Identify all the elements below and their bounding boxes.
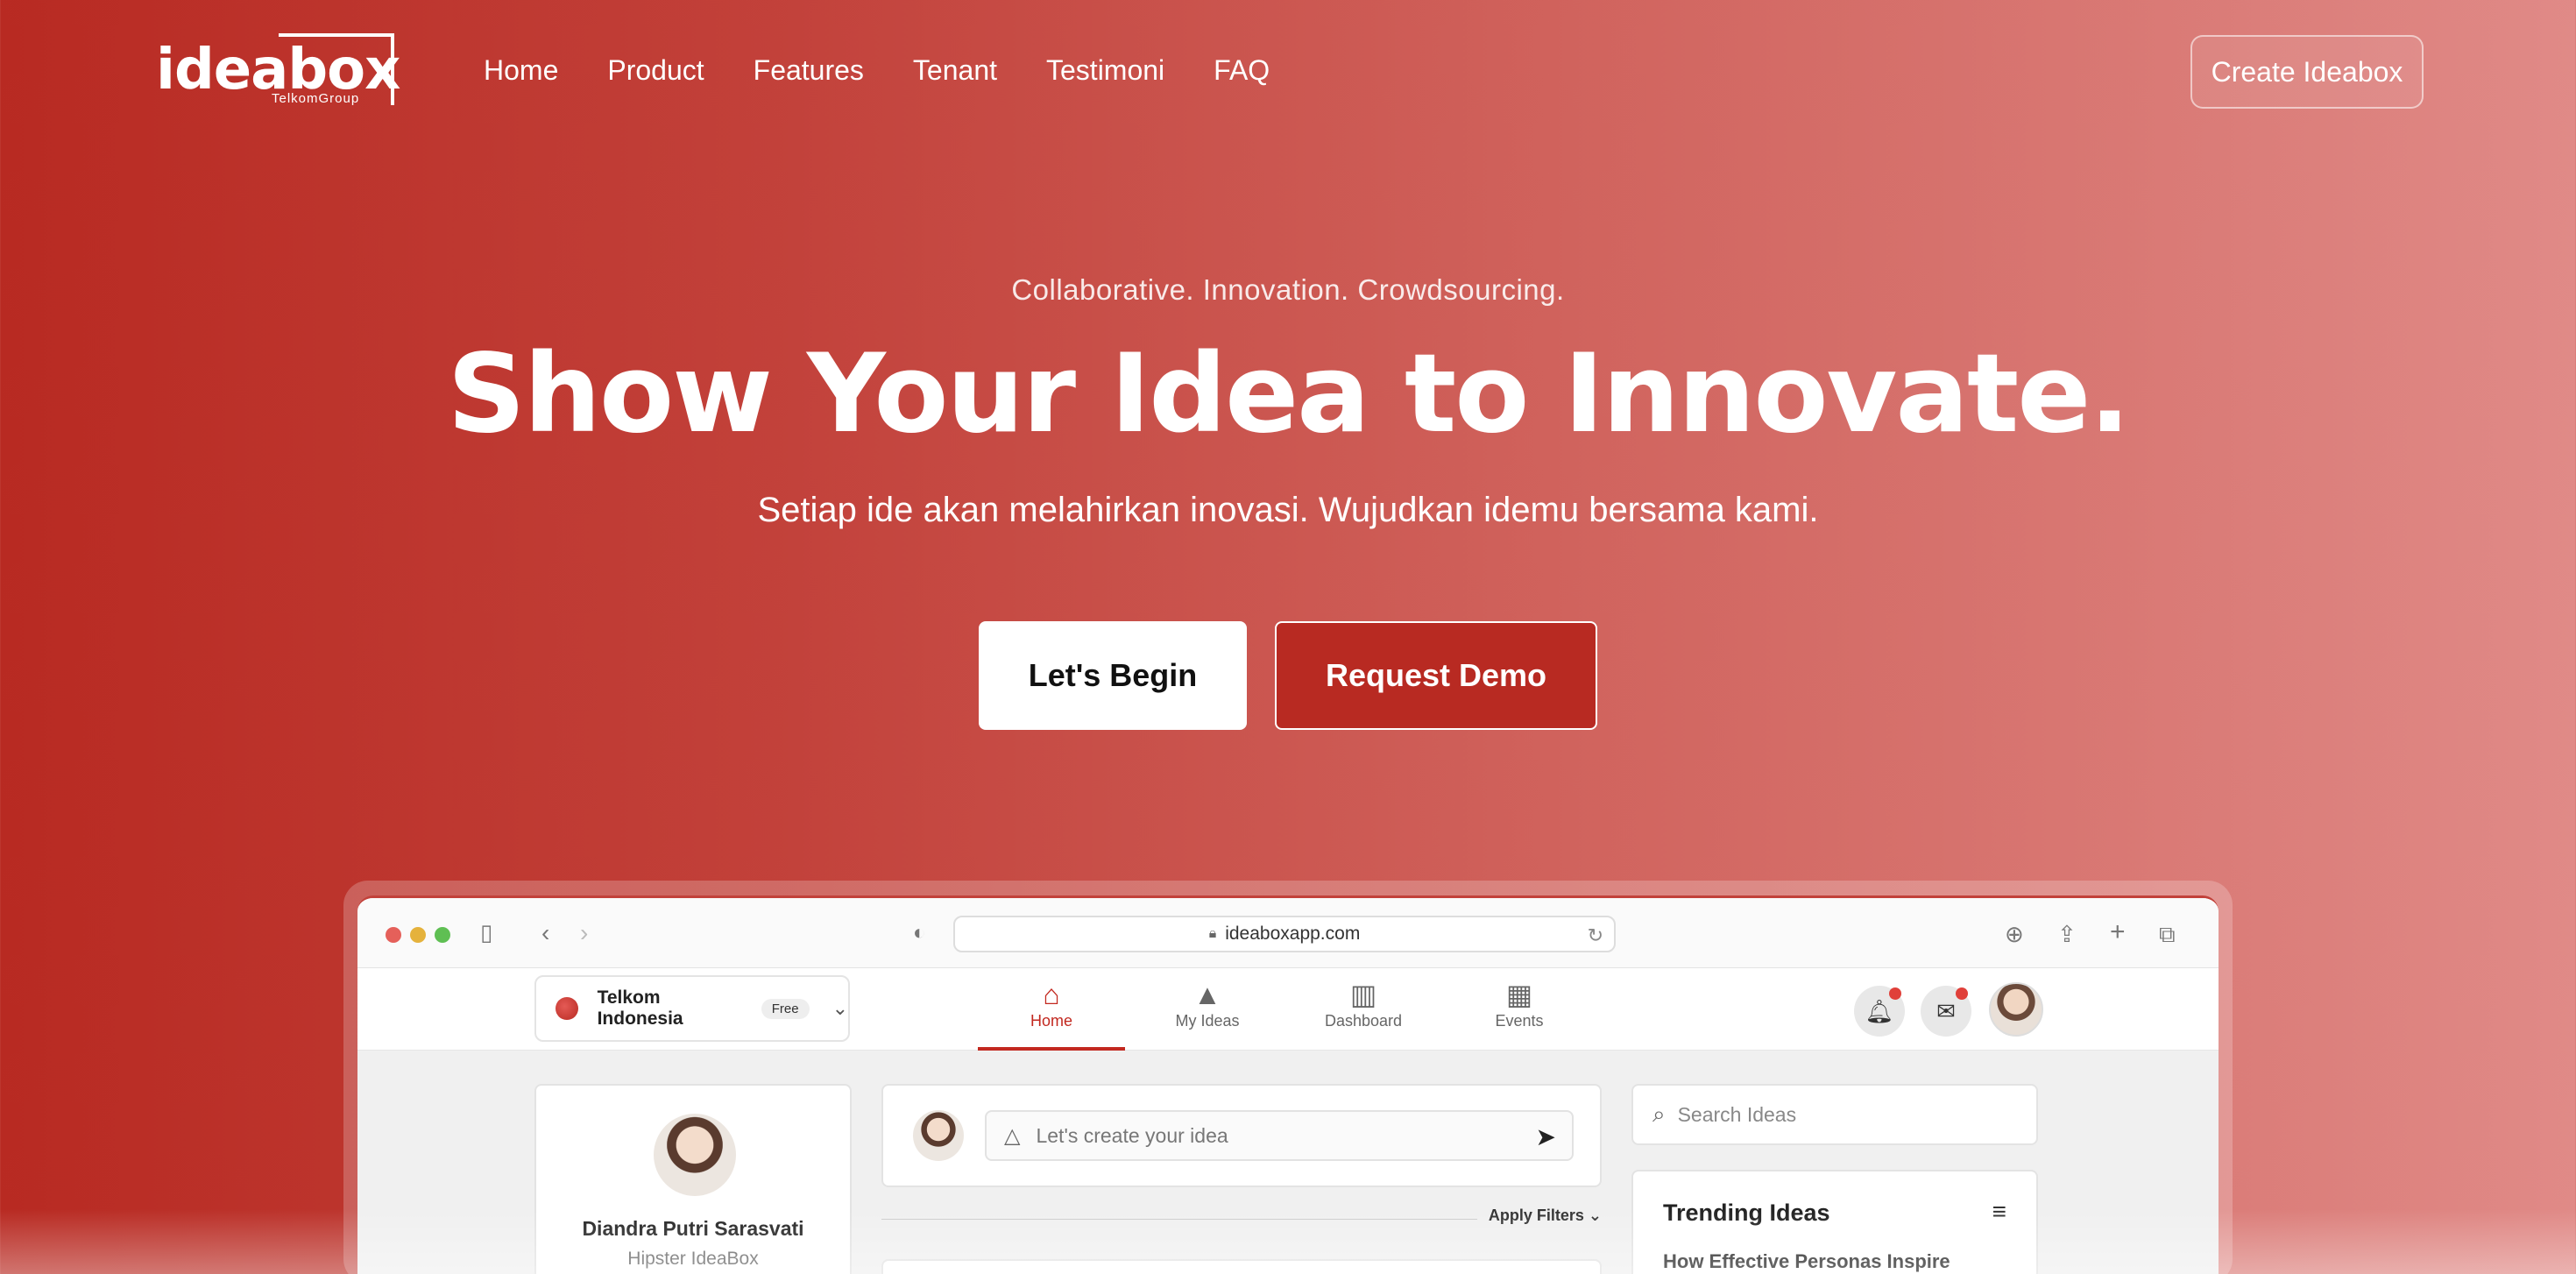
nav-link-features[interactable]: Features <box>754 54 864 87</box>
tab-home-label: Home <box>1030 1012 1072 1030</box>
trending-item[interactable]: How Effective Personas Inspire <box>1663 1250 1950 1273</box>
shield-icon: ◐ <box>913 921 926 945</box>
tab-events[interactable]: ▦ Events <box>1446 977 1593 1051</box>
search-ideas-input[interactable]: ⌕ Search Ideas <box>1631 1084 2038 1145</box>
idea-composer: △ Let's create your idea ➤ <box>881 1084 1602 1187</box>
tab-dashboard[interactable]: ▥ Dashboard <box>1290 977 1437 1051</box>
idea-post-card <box>881 1259 1602 1274</box>
apply-filters-label: Apply Filters <box>1488 1207 1584 1224</box>
create-ideabox-button[interactable]: Create Ideabox <box>2190 35 2424 109</box>
share-icon: ⇪ <box>2057 921 2077 947</box>
create-idea-placeholder: Let's create your idea <box>1036 1123 1228 1147</box>
trending-title: Trending Ideas <box>1663 1200 1830 1226</box>
messages-button[interactable]: ✉ <box>1921 986 1971 1037</box>
notification-dot <box>1889 987 1901 1000</box>
hero-subtitle: Setiap ide akan melahirkan inovasi. Wuju… <box>757 491 1819 529</box>
divider <box>881 1219 1477 1220</box>
app-header: Telkom Indonesia Free ⌄ ⌂ Home ▲ My Idea… <box>357 968 2219 1051</box>
shapes-icon: ▲ <box>1193 979 1221 1010</box>
lock-icon: 🔒︎ <box>1208 926 1217 941</box>
tab-my-ideas-label: My Ideas <box>1175 1012 1240 1030</box>
shapes-icon: △ <box>1004 1123 1021 1148</box>
nav-link-faq[interactable]: FAQ <box>1214 54 1270 87</box>
tabs-overview-icon: ⧉ <box>2159 921 2176 947</box>
org-name: Telkom Indonesia <box>597 987 683 1029</box>
lets-begin-button[interactable]: Let's Begin <box>979 621 1247 730</box>
logo-text: ideabox <box>156 38 400 103</box>
tab-dashboard-label: Dashboard <box>1324 1012 1403 1030</box>
profile-avatar[interactable] <box>654 1114 736 1196</box>
hero-headline: Show Your Idea to Innovate. <box>447 331 2130 457</box>
top-navbar: ideabox TelkomGroup Home Product Feature… <box>0 0 2576 145</box>
forward-icon: › <box>580 919 589 946</box>
org-logo-icon <box>556 997 578 1020</box>
request-demo-button[interactable]: Request Demo <box>1275 621 1597 730</box>
profile-card: Diandra Putri Sarasvati Hipster IdeaBox <box>534 1084 852 1274</box>
nav-links: Home Product Features Tenant Testimoni F… <box>484 54 1319 87</box>
composer-avatar <box>913 1110 964 1161</box>
plan-badge: Free <box>761 998 810 1019</box>
logo-subtext: TelkomGroup <box>272 91 360 106</box>
bar-chart-icon: ▥ <box>1349 979 1377 1010</box>
download-icon: ⊕ <box>2005 921 2024 947</box>
nav-link-product[interactable]: Product <box>607 54 704 87</box>
browser-toolbar: ▯ ‹ › ◐ 🔒︎ ideaboxapp.com ↻ ⊕ ⇪ + ⧉ <box>357 898 2219 968</box>
search-icon: ⌕ <box>1652 1101 1666 1127</box>
profile-role: Hipster IdeaBox <box>627 1249 759 1269</box>
app-content: Diandra Putri Sarasvati Hipster IdeaBox … <box>357 1051 2219 1274</box>
close-dot-icon <box>386 927 401 943</box>
app-mockup: ▯ ‹ › ◐ 🔒︎ ideaboxapp.com ↻ ⊕ ⇪ + ⧉ Telk… <box>357 895 2219 1274</box>
filters-row: Apply Filters ⌄ <box>881 1207 1602 1233</box>
url-bar: 🔒︎ ideaboxapp.com ↻ <box>953 916 1616 952</box>
tab-events-label: Events <box>1495 1012 1544 1030</box>
org-switcher[interactable]: Telkom Indonesia Free ⌄ <box>534 975 850 1042</box>
bell-icon: 🔔︎ <box>1865 997 1894 1024</box>
tab-my-ideas[interactable]: ▲ My Ideas <box>1134 977 1281 1051</box>
profile-name: Diandra Putri Sarasvati <box>582 1217 804 1240</box>
tab-home[interactable]: ⌂ Home <box>978 977 1125 1051</box>
chevron-down-icon: ⌄ <box>832 997 848 1019</box>
create-idea-input[interactable]: △ Let's create your idea ➤ <box>985 1110 1574 1161</box>
notifications-button[interactable]: 🔔︎ <box>1854 986 1905 1037</box>
new-tab-icon: + <box>2110 917 2126 946</box>
nav-link-home[interactable]: Home <box>484 54 558 87</box>
filter-icon[interactable]: ≡ <box>1992 1198 2006 1226</box>
url-text: ideaboxapp.com <box>1225 924 1361 944</box>
reload-icon: ↻ <box>1587 924 1603 946</box>
chevron-down-icon: ⌄ <box>1588 1207 1602 1224</box>
maximize-dot-icon <box>435 927 450 943</box>
trending-ideas-card: Trending Ideas ≡ How Effective Personas … <box>1631 1170 2038 1274</box>
mail-icon: ✉ <box>1936 997 1956 1024</box>
user-avatar[interactable] <box>1989 982 2043 1037</box>
sidebar-toggle-icon: ▯ <box>480 919 493 945</box>
send-icon[interactable]: ➤ <box>1536 1122 1556 1151</box>
nav-link-testimoni[interactable]: Testimoni <box>1046 54 1164 87</box>
minimize-dot-icon <box>410 927 426 943</box>
apply-filters-button[interactable]: Apply Filters ⌄ <box>1489 1207 1602 1225</box>
nav-link-tenant[interactable]: Tenant <box>913 54 997 87</box>
hero-tagline: Collaborative. Innovation. Crowdsourcing… <box>1011 273 1565 306</box>
search-placeholder: Search Ideas <box>1677 1102 1797 1126</box>
back-icon: ‹ <box>541 919 550 946</box>
home-icon: ⌂ <box>1043 979 1060 1010</box>
message-dot <box>1956 987 1968 1000</box>
ideabox-logo[interactable]: ideabox TelkomGroup <box>156 33 400 109</box>
calendar-icon: ▦ <box>1505 979 1533 1010</box>
